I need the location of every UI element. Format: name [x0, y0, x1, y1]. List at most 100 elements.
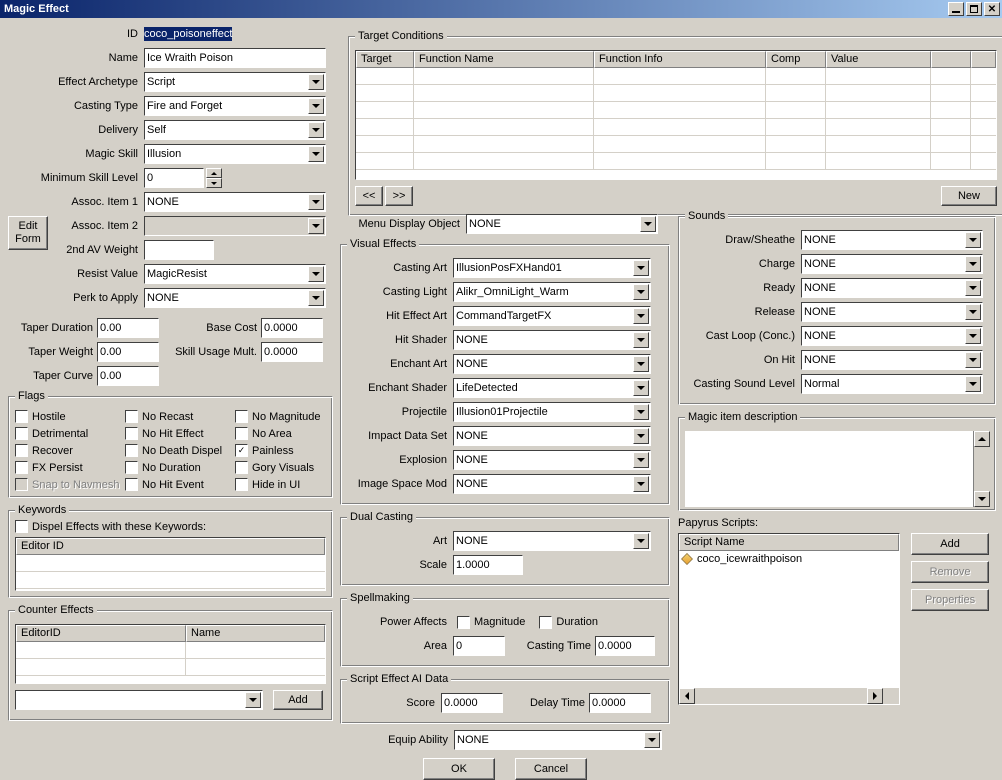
min-skill-label: Minimum Skill Level: [8, 172, 138, 184]
dc-scale-field[interactable]: [453, 555, 523, 575]
tc-prev-button[interactable]: <<: [355, 186, 383, 206]
delay-time-field[interactable]: [589, 693, 651, 713]
charge-select[interactable]: NONE: [801, 254, 983, 274]
release-select[interactable]: NONE: [801, 302, 983, 322]
chk-hide-ui[interactable]: Hide in UI: [235, 478, 325, 491]
casting-type-select[interactable]: Fire and Forget: [144, 96, 326, 116]
id-field[interactable]: coco_poisoneffect: [144, 27, 326, 41]
tc-hdr-comp[interactable]: Comp: [766, 51, 826, 68]
casting-light-select[interactable]: Alikr_OmniLight_Warm: [453, 282, 651, 302]
chk-no-hit-event[interactable]: No Hit Event: [125, 478, 235, 491]
chk-hostile[interactable]: Hostile: [15, 410, 125, 423]
casting-art-select[interactable]: IllusionPosFXHand01: [453, 258, 651, 278]
ready-select[interactable]: NONE: [801, 278, 983, 298]
area-field[interactable]: [453, 636, 505, 656]
chk-duration[interactable]: Duration: [539, 616, 598, 629]
av2-field[interactable]: [144, 240, 214, 260]
on-hit-select[interactable]: NONE: [801, 350, 983, 370]
ok-button[interactable]: OK: [423, 758, 495, 780]
tc-new-button[interactable]: New: [941, 186, 997, 206]
min-skill-field[interactable]: [144, 168, 204, 188]
spin-down-icon[interactable]: [206, 178, 222, 188]
resist-select[interactable]: MagicResist: [144, 264, 326, 284]
ce-hdr-editorid[interactable]: EditorID: [16, 625, 186, 642]
magic-desc-textarea[interactable]: [685, 431, 989, 507]
minimize-button[interactable]: [948, 2, 964, 16]
hit-shader-label: Hit Shader: [347, 334, 447, 346]
chk-no-recast[interactable]: No Recast: [125, 410, 235, 423]
hit-shader-select[interactable]: NONE: [453, 330, 651, 350]
scroll-left-icon[interactable]: [679, 688, 695, 704]
explosion-select[interactable]: NONE: [453, 450, 651, 470]
ce-hdr-name[interactable]: Name: [186, 625, 325, 642]
chk-detrimental[interactable]: Detrimental: [15, 427, 125, 440]
tc-hdr-blank2[interactable]: [971, 51, 996, 68]
chk-fx-persist[interactable]: FX Persist: [15, 461, 125, 474]
assoc1-select[interactable]: NONE: [144, 192, 326, 212]
counter-add-button[interactable]: Add: [273, 690, 323, 710]
base-cost-field[interactable]: [261, 318, 323, 338]
chk-no-hit-effect[interactable]: No Hit Effect: [125, 427, 235, 440]
edit-form-button[interactable]: Edit Form: [8, 216, 48, 250]
counter-effects-grid[interactable]: EditorID Name: [15, 624, 326, 684]
chk-magnitude[interactable]: Magnitude: [457, 616, 525, 629]
chk-gory[interactable]: Gory Visuals: [235, 461, 325, 474]
kw-hdr-editorid[interactable]: Editor ID: [16, 538, 325, 555]
close-button[interactable]: ✕: [984, 2, 1000, 16]
taper-curve-field[interactable]: [97, 366, 159, 386]
scroll-right-icon[interactable]: [867, 688, 883, 704]
keywords-grid[interactable]: Editor ID: [15, 537, 326, 591]
taper-duration-field[interactable]: [97, 318, 159, 338]
tc-hdr-func[interactable]: Function Name: [414, 51, 594, 68]
counter-effect-select[interactable]: [15, 690, 263, 710]
menu-display-select[interactable]: NONE: [466, 214, 658, 234]
enchant-art-select[interactable]: NONE: [453, 354, 651, 374]
score-field[interactable]: [441, 693, 503, 713]
script-add-button[interactable]: Add: [911, 533, 989, 555]
tc-hdr-value[interactable]: Value: [826, 51, 931, 68]
chk-no-duration[interactable]: No Duration: [125, 461, 235, 474]
target-conditions-grid[interactable]: Target Function Name Function Info Comp …: [355, 50, 997, 180]
chk-dispel-keywords[interactable]: Dispel Effects with these Keywords:: [15, 520, 326, 533]
draw-sheathe-select[interactable]: NONE: [801, 230, 983, 250]
delay-time-label: Delay Time: [509, 697, 585, 709]
image-space-select[interactable]: NONE: [453, 474, 651, 494]
charge-label: Charge: [685, 258, 795, 270]
name-field[interactable]: [144, 48, 326, 68]
tc-hdr-info[interactable]: Function Info: [594, 51, 766, 68]
equip-ability-select[interactable]: NONE: [454, 730, 662, 750]
spin-up-icon[interactable]: [206, 168, 222, 178]
hit-effect-art-select[interactable]: CommandTargetFX: [453, 306, 651, 326]
scripts-grid[interactable]: Script Name coco_icewraithpoison: [678, 533, 900, 705]
chk-no-area[interactable]: No Area: [235, 427, 325, 440]
scroll-up-icon[interactable]: [974, 431, 990, 447]
dc-art-select[interactable]: NONE: [453, 531, 651, 551]
chk-painless[interactable]: ✓Painless: [235, 444, 325, 457]
chk-no-death-dispel[interactable]: No Death Dispel: [125, 444, 235, 457]
tc-hdr-target[interactable]: Target: [356, 51, 414, 68]
score-label: Score: [347, 697, 435, 709]
casting-time-field[interactable]: [595, 636, 655, 656]
tc-next-button[interactable]: >>: [385, 186, 413, 206]
delivery-select[interactable]: Self: [144, 120, 326, 140]
impact-data-select[interactable]: NONE: [453, 426, 651, 446]
impact-data-label: Impact Data Set: [347, 430, 447, 442]
taper-weight-field[interactable]: [97, 342, 159, 362]
cast-sound-level-select[interactable]: Normal: [801, 374, 983, 394]
tc-hdr-blank1[interactable]: [931, 51, 971, 68]
skill-usage-field[interactable]: [261, 342, 323, 362]
maximize-button[interactable]: [966, 2, 982, 16]
cancel-button[interactable]: Cancel: [515, 758, 587, 780]
cast-loop-select[interactable]: NONE: [801, 326, 983, 346]
enchant-shader-select[interactable]: LifeDetected: [453, 378, 651, 398]
projectile-select[interactable]: Illusion01Projectile: [453, 402, 651, 422]
chk-recover[interactable]: Recover: [15, 444, 125, 457]
script-row[interactable]: coco_icewraithpoison: [681, 553, 897, 565]
casting-art-label: Casting Art: [347, 262, 447, 274]
scripts-hdr-name[interactable]: Script Name: [679, 534, 899, 551]
archetype-select[interactable]: Script: [144, 72, 326, 92]
magic-skill-select[interactable]: Illusion: [144, 144, 326, 164]
chk-no-magnitude[interactable]: No Magnitude: [235, 410, 325, 423]
perk-select[interactable]: NONE: [144, 288, 326, 308]
scroll-down-icon[interactable]: [974, 491, 990, 507]
